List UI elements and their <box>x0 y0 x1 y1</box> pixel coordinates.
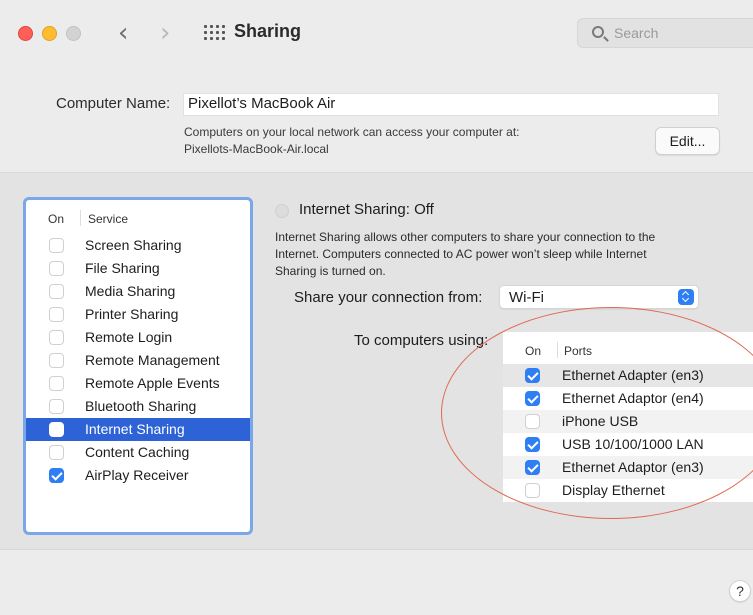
service-checkbox[interactable] <box>49 399 64 414</box>
service-list-header: On Service <box>26 200 250 234</box>
service-row-airplay-receiver[interactable]: AirPlay Receiver <box>26 464 250 487</box>
computer-name-description: Computers on your local network can acce… <box>184 124 519 158</box>
service-checkbox[interactable] <box>49 284 64 299</box>
computer-name-input[interactable]: Pixellot’s MacBook Air <box>183 93 719 116</box>
share-from-label: Share your connection from: <box>294 289 483 306</box>
service-checkbox[interactable] <box>49 422 64 437</box>
service-checkbox[interactable] <box>49 353 64 368</box>
service-checkbox[interactable] <box>49 468 64 483</box>
service-label: File Sharing <box>85 260 160 276</box>
service-row-file-sharing[interactable]: File Sharing <box>26 257 250 280</box>
show-all-grid-icon[interactable] <box>204 25 225 41</box>
description-line: Sharing is turned on. <box>275 264 386 278</box>
service-label: AirPlay Receiver <box>85 467 189 483</box>
service-checkbox[interactable] <box>49 330 64 345</box>
help-button[interactable]: ? <box>729 580 751 602</box>
description-line: Internet. Computers connected to AC powe… <box>275 247 647 261</box>
close-window-button[interactable] <box>18 26 33 41</box>
description-line: Computers on your local network can acce… <box>184 125 520 139</box>
local-hostname: Pixellots-MacBook-Air.local <box>184 142 329 156</box>
port-label: Ethernet Adapter (en3) <box>562 367 704 383</box>
titlebar: ‹ › Sharing Search <box>0 0 753 66</box>
minimize-window-button[interactable] <box>42 26 57 41</box>
service-checkbox[interactable] <box>49 445 64 460</box>
popup-stepper-icon[interactable] <box>678 289 694 305</box>
service-label: Remote Management <box>85 352 220 368</box>
internet-sharing-status-indicator <box>275 204 289 218</box>
computer-name-label: Computer Name: <box>56 95 171 112</box>
port-label: Ethernet Adaptor (en3) <box>562 459 704 475</box>
window-title: Sharing <box>234 21 302 41</box>
internet-sharing-description: Internet Sharing allows other computers … <box>275 229 735 280</box>
ports-list[interactable]: On Ports Ethernet Adapter (en3) Ethernet… <box>503 332 753 502</box>
service-row-internet-sharing[interactable]: Internet Sharing <box>26 418 250 441</box>
back-chevron-icon[interactable]: ‹ <box>118 18 128 48</box>
port-label: USB 10/100/1000 LAN <box>562 436 704 452</box>
service-label: Screen Sharing <box>85 237 182 253</box>
service-checkbox[interactable] <box>49 376 64 391</box>
service-row-screen-sharing[interactable]: Screen Sharing <box>26 234 250 257</box>
header-on: On <box>48 212 65 226</box>
service-row-printer-sharing[interactable]: Printer Sharing <box>26 303 250 326</box>
internet-sharing-status: Internet Sharing: Off <box>299 201 434 218</box>
service-label: Remote Login <box>85 329 173 345</box>
service-label: Remote Apple Events <box>85 375 220 391</box>
port-checkbox[interactable] <box>525 483 540 498</box>
share-from-select[interactable]: Wi-Fi <box>499 285 699 309</box>
service-label: Bluetooth Sharing <box>85 398 197 414</box>
header-ports: Ports <box>564 344 593 358</box>
to-computers-label: To computers using: <box>354 332 489 349</box>
search-field[interactable]: Search <box>577 18 753 48</box>
service-row-remote-management[interactable]: Remote Management <box>26 349 250 372</box>
service-row-remote-login[interactable]: Remote Login <box>26 326 250 349</box>
port-checkbox[interactable] <box>525 437 540 452</box>
forward-chevron-icon[interactable]: › <box>160 18 170 48</box>
ports-list-header: On Ports <box>503 332 753 364</box>
port-row[interactable]: Display Ethernet <box>503 479 753 502</box>
port-checkbox[interactable] <box>525 460 540 475</box>
service-label: Content Caching <box>85 444 190 460</box>
header-service: Service <box>88 212 129 226</box>
service-checkbox[interactable] <box>49 261 64 276</box>
search-placeholder: Search <box>614 25 659 41</box>
service-list[interactable]: On Service Screen Sharing File Sharing M… <box>23 197 253 535</box>
service-row-remote-apple-events[interactable]: Remote Apple Events <box>26 372 250 395</box>
port-row[interactable]: Ethernet Adapter (en3) <box>503 364 753 387</box>
zoom-window-button[interactable] <box>66 26 81 41</box>
port-row[interactable]: iPhone USB <box>503 410 753 433</box>
service-checkbox[interactable] <box>49 307 64 322</box>
service-row-content-caching[interactable]: Content Caching <box>26 441 250 464</box>
service-label: Media Sharing <box>85 283 176 299</box>
port-row[interactable]: Ethernet Adaptor (en4) <box>503 387 753 410</box>
header-divider <box>80 210 81 226</box>
service-row-bluetooth-sharing[interactable]: Bluetooth Sharing <box>26 395 250 418</box>
port-row[interactable]: Ethernet Adaptor (en3) <box>503 456 753 479</box>
port-label: Ethernet Adaptor (en4) <box>562 390 704 406</box>
port-checkbox[interactable] <box>525 391 540 406</box>
header-divider <box>557 342 558 358</box>
service-checkbox[interactable] <box>49 238 64 253</box>
port-checkbox[interactable] <box>525 414 540 429</box>
port-checkbox[interactable] <box>525 368 540 383</box>
search-icon <box>592 26 604 38</box>
header-on: On <box>525 344 542 358</box>
description-line: Internet Sharing allows other computers … <box>275 230 656 244</box>
service-row-media-sharing[interactable]: Media Sharing <box>26 280 250 303</box>
share-from-value: Wi-Fi <box>509 289 544 306</box>
service-label: Internet Sharing <box>85 421 185 437</box>
port-label: iPhone USB <box>562 413 639 429</box>
service-label: Printer Sharing <box>85 306 179 322</box>
port-row[interactable]: USB 10/100/1000 LAN <box>503 433 753 456</box>
edit-button[interactable]: Edit... <box>655 127 720 155</box>
port-label: Display Ethernet <box>562 482 665 498</box>
